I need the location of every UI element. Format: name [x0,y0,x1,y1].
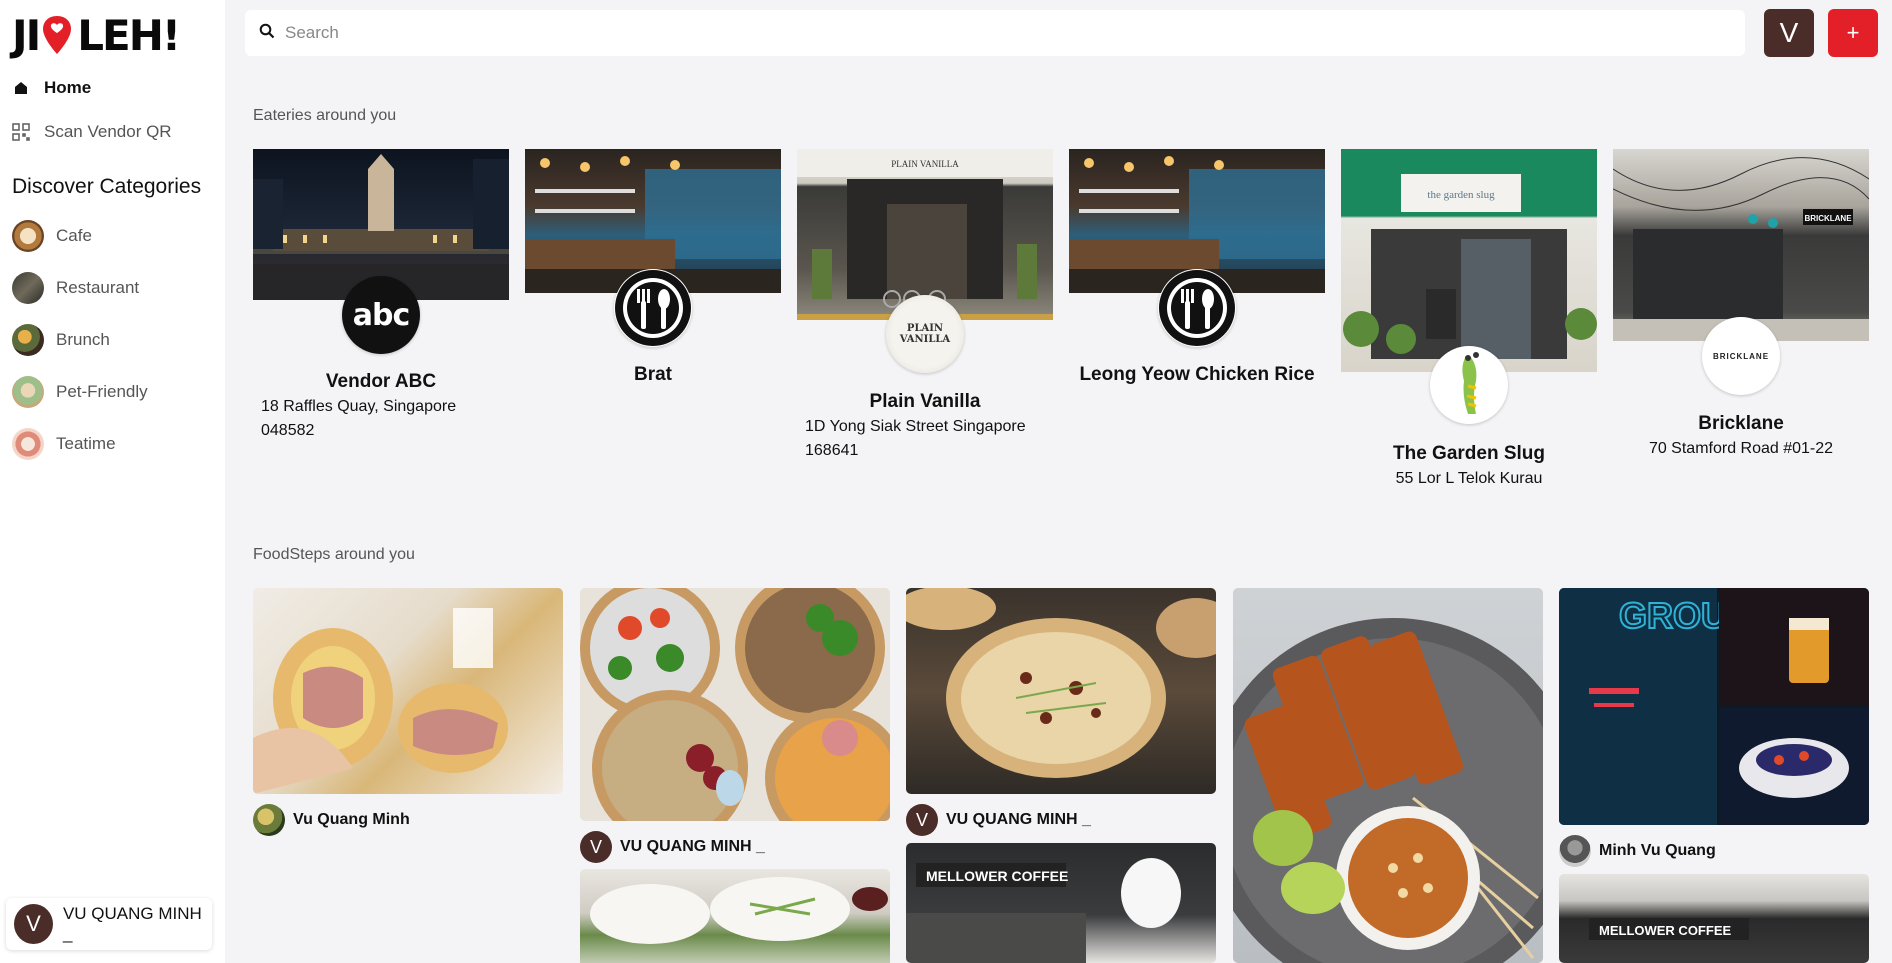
foodstep-photo-satay [1233,588,1543,963]
app-logo[interactable]: JI LEH! [12,10,181,60]
eatery-address: 1D Yong Siak Street Singapore 168641 [805,418,1026,459]
eatery-name: Leong Yeow Chicken Rice [1079,364,1315,385]
author-name: Vu Quang Minh [293,811,410,828]
category-label: Brunch [56,330,110,349]
qr-code-icon [12,123,30,141]
author-avatar: V [580,831,612,863]
plain-vanilla-logo-text: PLAIN VANILLA [899,323,951,345]
eatery-address: 18 Raffles Quay, Singapore 048582 [261,398,457,439]
category-brunch[interactable]: Brunch [12,324,110,356]
foodstep-card[interactable]: V VU QUANG MINH _ [580,588,890,863]
nav-scan-label: Scan Vendor QR [44,122,172,141]
eatery-name: Plain Vanilla [869,391,981,412]
teatime-thumbnail [12,428,44,460]
eatery-name: Vendor ABC [325,371,437,392]
foodstep-photo-mellower-coffee-2: MELLOWER COFFEE [1559,874,1869,963]
category-cafe[interactable]: Cafe [12,220,92,252]
bricklane-sign: BRICKLANE [1804,214,1852,223]
discover-categories-heading: Discover Categories [12,175,202,198]
foodstep-photo-mellower-coffee: MELLOWER COFFEE [906,843,1216,963]
mellower-coffee-sign: MELLOWER COFFEE [1599,923,1731,938]
foodstep-card[interactable] [1233,588,1543,963]
fork-spoon-logo-icon [1158,269,1236,347]
foodstep-photo-noodles [580,869,890,963]
foodstep-card[interactable]: Vu Quang Minh [253,588,563,836]
foodstep-photo-bar-collage: GROU [1559,588,1869,825]
foodstep-card[interactable] [580,869,890,963]
vendor-logo: PLAIN VANILLA [886,295,964,373]
eatery-photo: BRICKLANE [1613,149,1869,341]
vendor-logo: BRICKLANE [1702,317,1780,395]
search-bar[interactable] [245,10,1745,56]
location-pin-icon [41,14,73,56]
garden-slug-logo [1430,346,1508,424]
garden-slug-sign: the garden slug [1427,189,1495,201]
eatery-card-garden-slug[interactable]: the garden slug The Garden Slug 55 Lor L… [1341,149,1597,487]
author-avatar [253,804,285,836]
foodstep-photo-pizza [906,588,1216,794]
profile-avatar-button[interactable]: V [1764,9,1814,57]
foodstep-card[interactable]: MELLOWER COFFEE [906,843,1216,963]
search-input[interactable] [285,23,1685,43]
pet-friendly-thumbnail [12,376,44,408]
category-restaurant[interactable]: Restaurant [12,272,139,304]
category-label: Cafe [56,226,92,245]
logo-text-right: LEH! [77,10,181,60]
vendor-logo: abc [342,276,420,354]
author-name: VU QUANG MINH _ [946,811,1091,828]
foodstep-author[interactable]: V VU QUANG MINH _ [906,804,1091,836]
add-button[interactable]: + [1828,9,1878,57]
nav-home-label: Home [44,78,92,97]
category-label: Restaurant [56,278,140,297]
foodsteps-heading: FoodSteps around you [253,546,415,563]
user-name: VU QUANG MINH _ [62,904,202,943]
restaurant-thumbnail [12,272,44,304]
abc-logo-text: abc [352,297,411,333]
foodstep-photo-bowls [580,588,890,821]
search-icon [259,23,275,44]
foodstep-author[interactable]: V VU QUANG MINH _ [580,831,765,863]
foodstep-author[interactable]: Minh Vu Quang [1559,835,1716,867]
home-icon [12,79,30,97]
sidebar: JI LEH! Home Scan Vendor QR Discover Cat… [0,0,225,963]
eatery-name: Bricklane [1698,413,1784,434]
category-teatime[interactable]: Teatime [12,428,116,460]
nav-home[interactable]: Home [12,78,91,98]
foodstep-card[interactable]: MELLOWER COFFEE [1559,874,1869,963]
author-name: Minh Vu Quang [1599,842,1716,859]
foodstep-author[interactable]: Vu Quang Minh [253,804,410,836]
neon-sign: GROU [1619,595,1727,636]
author-name: VU QUANG MINH _ [620,838,765,855]
eatery-card-vendor-abc[interactable]: abc Vendor ABC 18 Raffles Quay, Singapor… [253,149,509,439]
eatery-photo: the garden slug [1341,149,1597,372]
eatery-card-bricklane[interactable]: BRICKLANE BRICKLANE Bricklane 70 Stamfor… [1613,149,1869,457]
eatery-card-brat[interactable]: Brat [525,149,781,385]
sidebar-user-profile[interactable]: V VU QUANG MINH _ [6,898,212,950]
eatery-address: 55 Lor L Telok Kurau [1395,470,1543,487]
logo-text-left: JI [12,10,41,60]
foodstep-card[interactable]: GROU Minh Vu Quang [1559,588,1869,867]
eateries-heading: Eateries around you [253,107,397,124]
eatery-card-plain-vanilla[interactable]: PLAIN VANILLA PLAIN VANILLA Plain Vanill… [797,149,1053,459]
category-pet-friendly[interactable]: Pet-Friendly [12,376,148,408]
nav-scan-vendor-qr[interactable]: Scan Vendor QR [12,122,172,142]
mellower-coffee-sign: MELLOWER COFFEE [926,868,1068,884]
foodstep-card[interactable]: V VU QUANG MINH _ [906,588,1216,836]
eatery-name: The Garden Slug [1392,443,1546,464]
cafe-thumbnail [12,220,44,252]
plain-vanilla-sign: PLAIN VANILLA [891,159,959,169]
eatery-card-leong-yeow[interactable]: Leong Yeow Chicken Rice [1069,149,1325,385]
foodstep-photo-sandwich [253,588,563,794]
eatery-name: Brat [633,364,672,385]
category-label: Pet-Friendly [56,382,148,401]
bricklane-logo-text: BRICKLANE [1712,351,1770,361]
brunch-thumbnail [12,324,44,356]
eatery-address: 70 Stamford Road #01-22 [1648,440,1834,457]
user-avatar: V [14,904,53,944]
fork-spoon-logo-icon [614,269,692,347]
author-avatar: V [906,804,938,836]
author-avatar [1559,835,1591,867]
category-label: Teatime [56,434,116,453]
